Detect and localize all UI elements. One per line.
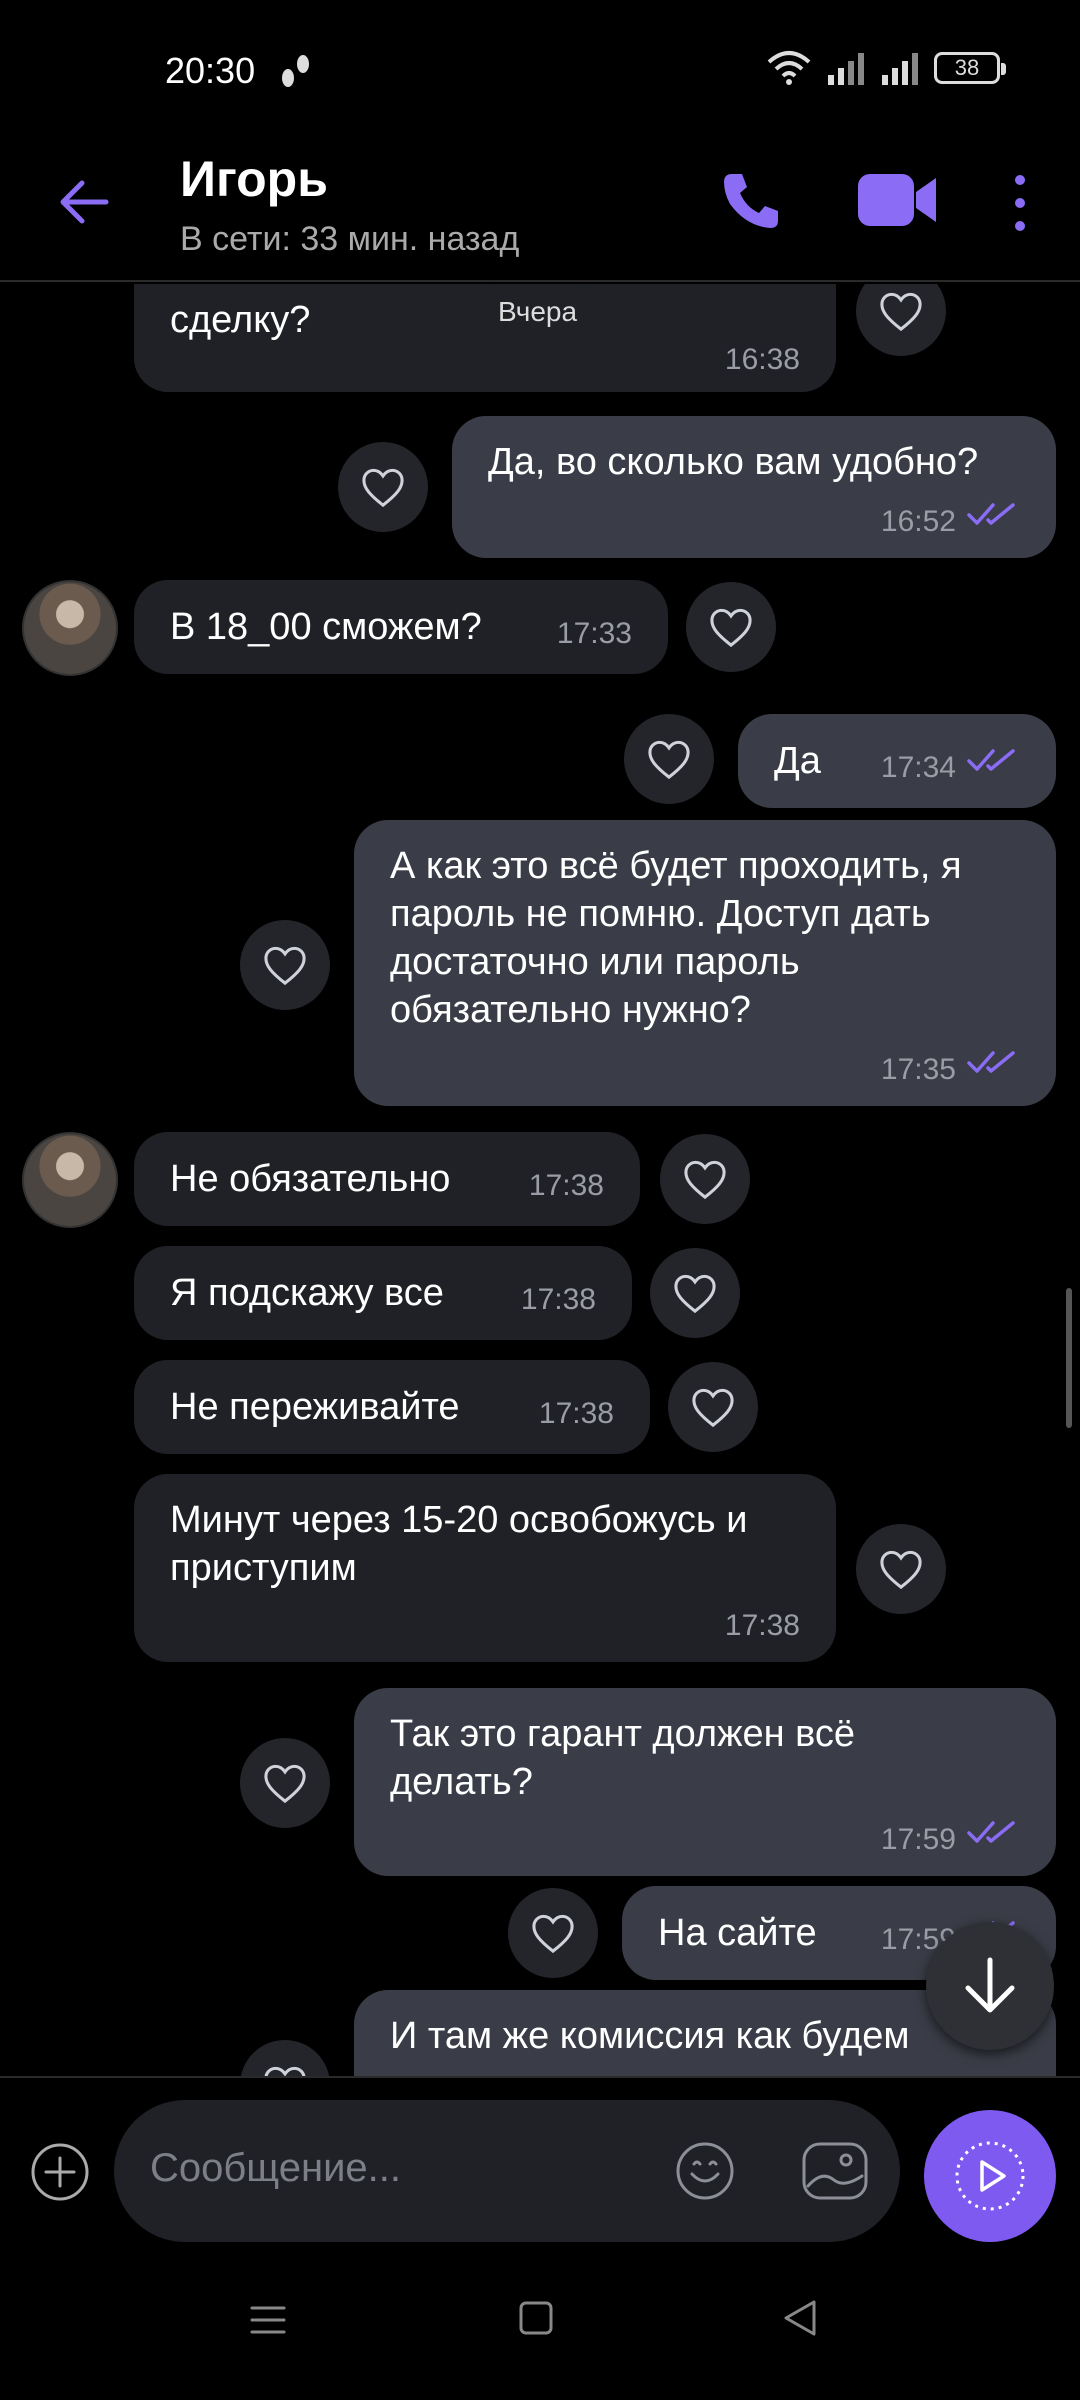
heart-icon: [672, 1272, 718, 1314]
message-outgoing[interactable]: А как это всё будет проходить, я пароль …: [354, 820, 1056, 1106]
contact-name[interactable]: Игорь: [180, 150, 328, 208]
message-text: сделку?: [170, 299, 311, 341]
message-time: 17:38: [528, 1169, 604, 1202]
emoji-icon[interactable]: [674, 2140, 736, 2202]
menu-icon[interactable]: [248, 2300, 288, 2340]
message-time: 17:35: [880, 1053, 956, 1086]
message-outgoing[interactable]: Да 17:34: [738, 714, 1056, 808]
like-button[interactable]: [240, 2040, 330, 2076]
home-icon[interactable]: [518, 2300, 554, 2336]
message-incoming[interactable]: Я подскажу все 17:38: [134, 1246, 632, 1340]
battery-indicator: 38: [934, 52, 1006, 84]
battery-level: 38: [954, 55, 980, 80]
system-nav-bar: [0, 2256, 1080, 2400]
like-button[interactable]: [668, 1362, 758, 1452]
heart-icon: [682, 1158, 728, 1200]
like-button[interactable]: [240, 1738, 330, 1828]
like-button[interactable]: [856, 1524, 946, 1614]
message-incoming[interactable]: Не обязательно 17:38: [134, 1132, 640, 1226]
message-time: 17:38: [520, 1283, 596, 1316]
message-composer: Сообщение...: [0, 2076, 1080, 2256]
contact-status: В сети: 33 мин. назад: [180, 220, 520, 258]
like-button[interactable]: [624, 714, 714, 804]
signal-icon: [828, 53, 864, 85]
message-time: 16:38: [724, 343, 800, 376]
message-time: 16:52: [880, 505, 956, 538]
gallery-icon[interactable]: [800, 2140, 870, 2202]
footsteps-icon: [282, 55, 309, 87]
send-button[interactable]: [924, 2110, 1056, 2242]
message-outgoing[interactable]: Так это гарант должен всё делать? 17:59: [354, 1688, 1056, 1876]
like-button[interactable]: [856, 284, 946, 356]
like-button[interactable]: [650, 1248, 740, 1338]
message-time: 17:59: [880, 1823, 956, 1856]
message-text: Не переживайте: [170, 1386, 460, 1428]
status-icons: 38: [766, 50, 1006, 86]
message-text: В 18_00 сможем?: [170, 606, 482, 648]
double-check-icon: [966, 746, 1018, 774]
message-incoming[interactable]: Не переживайте 17:38: [134, 1360, 650, 1454]
date-separator: Вчера: [474, 286, 602, 338]
wifi-icon: [767, 51, 811, 85]
like-button[interactable]: [660, 1134, 750, 1224]
heart-icon: [646, 738, 692, 780]
message-list[interactable]: сделку? 16:38 Вчера Да, во сколько вам у…: [0, 284, 1080, 2076]
message-input[interactable]: Сообщение...: [114, 2100, 900, 2242]
heart-icon: [360, 466, 406, 508]
double-check-icon: [966, 1818, 1018, 1846]
message-text: Не обязательно: [170, 1158, 451, 1200]
chat-header: Игорь В сети: 33 мин. назад: [0, 140, 1080, 282]
message-incoming[interactable]: В 18_00 сможем? 17:33: [134, 580, 668, 674]
status-time: 20:30: [165, 50, 256, 91]
like-button[interactable]: [686, 582, 776, 672]
video-icon[interactable]: [856, 170, 940, 230]
message-text: А как это всё будет проходить, я пароль …: [390, 845, 962, 1031]
like-button[interactable]: [240, 920, 330, 1010]
more-vertical-icon[interactable]: [1004, 170, 1036, 236]
message-text: Так это гарант должен всё делать?: [390, 1713, 856, 1803]
arrow-down-icon: [965, 1957, 1015, 2013]
heart-icon: [262, 944, 308, 986]
heart-icon: [708, 606, 754, 648]
avatar[interactable]: [22, 1132, 118, 1228]
scrollbar-thumb[interactable]: [1066, 1288, 1072, 1428]
message-outgoing[interactable]: Да, во сколько вам удобно? 16:52: [452, 416, 1056, 558]
heart-icon: [878, 290, 924, 332]
message-text: Я подскажу все: [170, 1272, 444, 1314]
like-button[interactable]: [338, 442, 428, 532]
like-button[interactable]: [508, 1888, 598, 1978]
message-text: Да, во сколько вам удобно?: [488, 441, 979, 483]
plus-icon[interactable]: [30, 2142, 90, 2202]
avatar[interactable]: [22, 580, 118, 676]
message-time: 17:38: [724, 1609, 800, 1642]
status-bar: 20:30 38: [0, 0, 1080, 140]
signal-icon: [882, 53, 918, 85]
heart-icon: [530, 1912, 576, 1954]
message-text: Минут через 15-20 освобожусь и приступим: [170, 1499, 748, 1589]
back-triangle-icon[interactable]: [780, 2296, 820, 2340]
message-input-placeholder: Сообщение...: [150, 2146, 402, 2190]
heart-icon: [690, 1386, 736, 1428]
send-icon: [955, 2141, 1025, 2211]
back-arrow-icon[interactable]: [52, 170, 116, 234]
phone-icon[interactable]: [718, 168, 784, 234]
message-time: 17:38: [538, 1397, 614, 1430]
heart-icon: [262, 2064, 308, 2076]
message-time: 17:34: [880, 751, 956, 784]
heart-icon: [262, 1762, 308, 1804]
double-check-icon: [966, 500, 1018, 528]
message-text: На сайте: [658, 1912, 817, 1954]
message-text: Да: [774, 740, 821, 782]
message-incoming[interactable]: Минут через 15-20 освобожусь и приступим…: [134, 1474, 836, 1662]
scroll-to-bottom-button[interactable]: [926, 1922, 1054, 2050]
message-time: 17:33: [556, 617, 632, 650]
message-text: И там же комиссия как будем: [390, 2015, 910, 2057]
double-check-icon: [966, 1048, 1018, 1076]
heart-icon: [878, 1548, 924, 1590]
